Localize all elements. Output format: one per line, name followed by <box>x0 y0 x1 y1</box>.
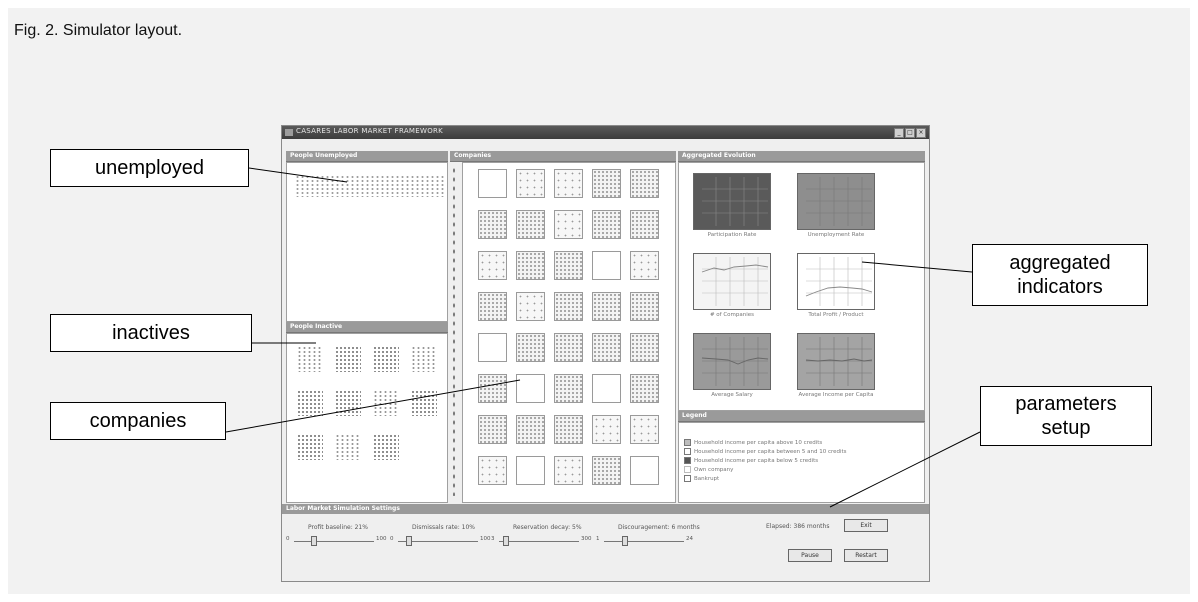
leader-line-parameters <box>829 431 981 508</box>
leader-line-unemployed <box>248 167 348 183</box>
callout-aggregated: aggregated indicators <box>972 244 1148 306</box>
callout-companies: companies <box>50 402 226 440</box>
callout-inactives: inactives <box>50 314 252 352</box>
leader-line-aggregated <box>861 261 973 273</box>
leader-line-companies <box>225 379 521 433</box>
callout-parameters: parameters setup <box>980 386 1152 446</box>
callout-unemployed: unemployed <box>50 149 249 187</box>
